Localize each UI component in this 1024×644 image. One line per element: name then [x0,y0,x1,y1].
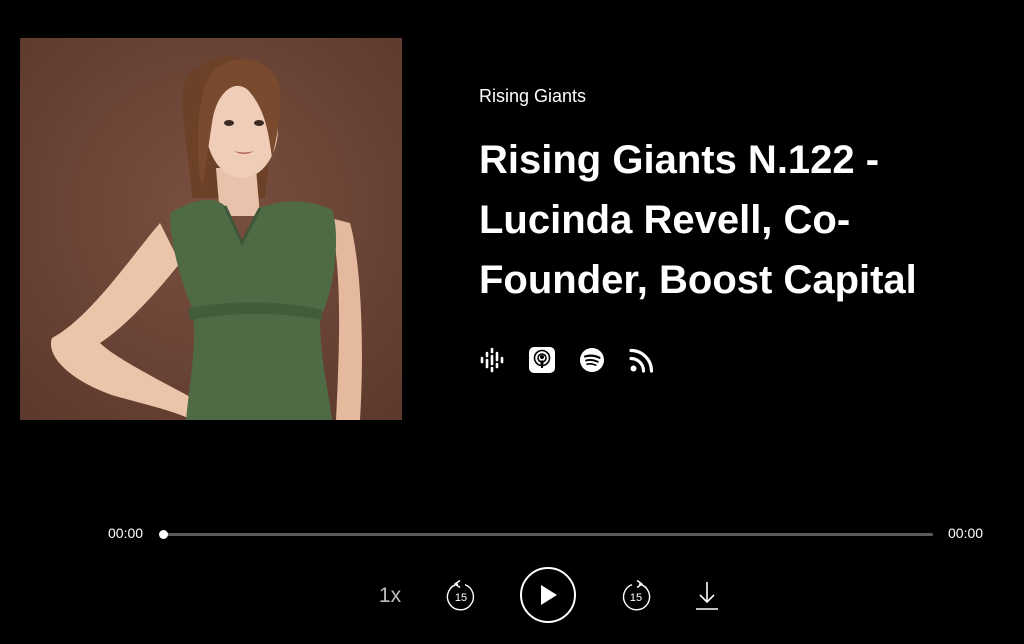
apple-podcasts-link[interactable] [529,347,555,373]
google-podcasts-icon [480,347,504,373]
total-time: 00:00 [948,525,984,541]
play-button[interactable] [520,567,576,623]
forward-icon: 15 [622,579,651,611]
show-name-link[interactable]: Rising Giants [479,84,1009,108]
forward-seconds-label: 15 [630,592,642,604]
download-button[interactable] [692,579,722,613]
episode-title: Rising Giants N.122 - Lucinda Revell, Co… [479,138,917,302]
playback-speed-button[interactable]: 1x [372,582,408,610]
spotify-icon [580,348,604,372]
rewind-icon: 15 [446,579,475,611]
progress-thumb[interactable] [159,530,168,539]
episode-cover-image [20,38,402,420]
current-time: 00:00 [108,525,144,541]
platform-links [479,347,655,373]
download-icon [696,582,718,610]
guest-portrait-image [20,38,402,420]
episode-info: Rising Giants Rising Giants N.122 - Luci… [479,84,1009,310]
progress-row: 00:00 00:00 [0,522,1024,546]
rss-feed-link[interactable] [629,347,655,373]
play-icon [541,585,557,605]
progress-slider[interactable] [159,530,933,539]
forward-button[interactable]: 15 [619,579,653,613]
apple-podcasts-icon [529,347,555,373]
player-controls: 1x 15 15 [0,566,1024,626]
spotify-link[interactable] [579,347,605,373]
rss-feed-icon [629,348,654,373]
rewind-button[interactable]: 15 [444,579,478,613]
rewind-seconds-label: 15 [455,592,467,604]
google-podcasts-link[interactable] [479,347,505,373]
